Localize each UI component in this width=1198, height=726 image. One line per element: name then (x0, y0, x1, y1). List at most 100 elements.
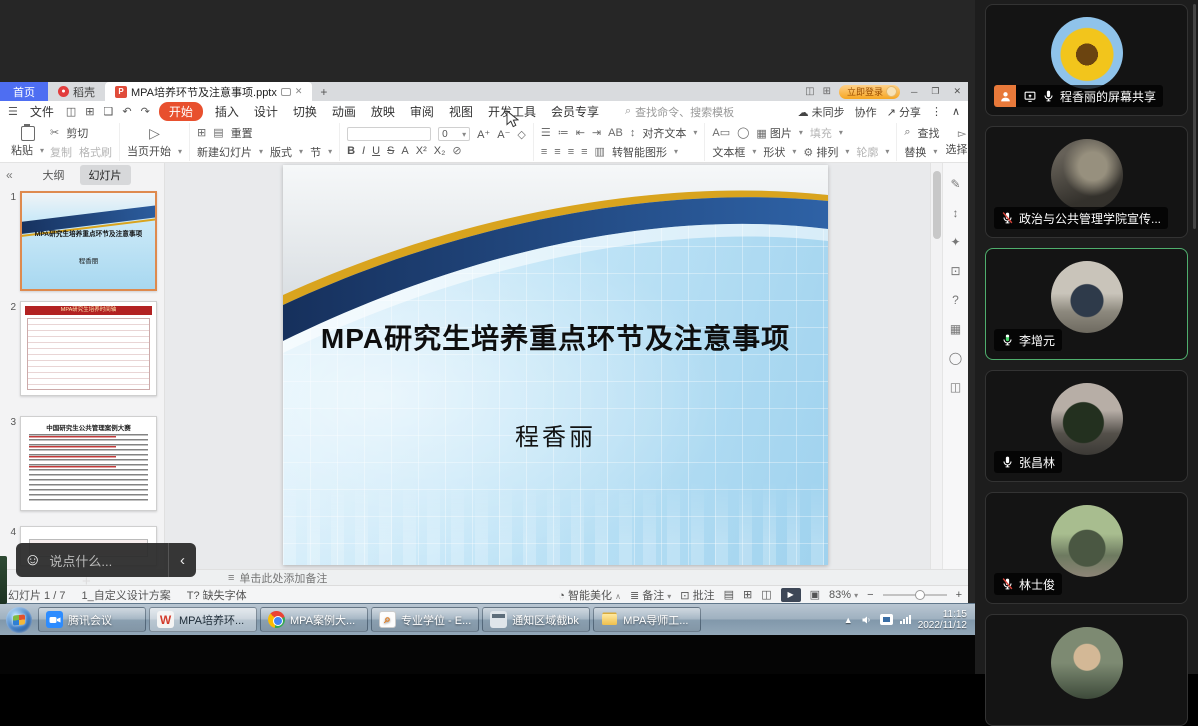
menu-view[interactable]: 视图 (446, 103, 476, 120)
select-button[interactable]: ▻ 选择▾ (946, 127, 968, 157)
find-button[interactable]: 查找 (918, 125, 940, 141)
taskbar-app-chrome[interactable]: MPA案例大... (260, 607, 368, 632)
participant-tile[interactable]: 张昌林 (985, 370, 1188, 482)
participant-tile-speaking[interactable]: 李增元 (985, 248, 1188, 360)
superscript-button[interactable]: X² (416, 145, 427, 157)
increase-indent-icon[interactable]: ⇥ (592, 126, 601, 139)
notes-handle-icon[interactable]: ≡ (228, 572, 234, 584)
align-right-icon[interactable]: ≡ (568, 146, 574, 158)
missing-font-warning[interactable]: T? 缺失字体 (187, 587, 247, 603)
view-sorter-button[interactable]: ⊞ (743, 588, 752, 601)
help-icon[interactable]: ? (952, 293, 959, 307)
picture-button[interactable]: ▦ 图片 (756, 125, 791, 141)
inspiration-icon[interactable]: ◯ (949, 351, 962, 365)
align-center-icon[interactable]: ≡ (554, 146, 560, 158)
preview-icon[interactable]: ❑ (104, 105, 114, 118)
numbered-list-icon[interactable]: ≔ (558, 126, 569, 139)
subscript-button[interactable]: X₂ (434, 145, 446, 157)
strikethrough-button[interactable]: S (387, 145, 394, 157)
increase-font-button[interactable]: A⁺ (477, 128, 490, 141)
italic-button[interactable]: I (362, 145, 365, 157)
login-button[interactable]: 立即登录 (839, 85, 900, 99)
paste-button[interactable]: 粘贴▾ (11, 126, 44, 158)
image-tools-icon[interactable]: ▦ (950, 322, 961, 336)
copy-button[interactable]: 复制 (50, 144, 72, 160)
font-color-button[interactable]: A (401, 145, 408, 157)
workspace-grid-icon[interactable]: ⊞ (823, 86, 831, 97)
layout-button[interactable]: 版式 (270, 144, 292, 160)
participant-tile-sharing[interactable]: 程香丽的屏幕共享 (985, 4, 1188, 116)
slide-thumbnail-2[interactable]: MPA研究生培养时间轴 (20, 301, 157, 396)
menu-member[interactable]: 会员专享 (548, 103, 602, 120)
menu-animation[interactable]: 动画 (329, 103, 359, 120)
new-slide-button[interactable]: 新建幻灯片 (197, 144, 252, 160)
menu-home[interactable]: 开始 (159, 102, 203, 121)
print-icon[interactable]: ⊞ (85, 105, 94, 118)
beautify-icon[interactable]: ✦ (950, 235, 960, 249)
justify-icon[interactable]: ≡ (581, 146, 587, 158)
smart-graphic-button[interactable]: 转智能图形 (612, 144, 667, 160)
line-spacing-icon[interactable]: ↕ (630, 127, 636, 139)
arrange-button[interactable]: ⚙ 排列 (803, 144, 838, 160)
smart-beautify-button[interactable]: ◔ 智能美化 ∧ (558, 587, 621, 603)
slide-canvas[interactable]: MPA研究生培养重点环节及注意事项 程香丽 (165, 163, 930, 569)
split-view-icon[interactable]: ◫ (805, 86, 814, 97)
reset-button[interactable]: 重置 (231, 125, 253, 141)
play-from-current-button[interactable]: ▷ 当页开始▾ (127, 125, 182, 159)
input-method-icon[interactable] (880, 614, 893, 625)
bold-button[interactable]: B (347, 145, 355, 157)
zoom-level[interactable]: 83% ▾ (829, 589, 858, 601)
taskbar-app-meeting[interactable]: 腾讯会议 (38, 607, 146, 632)
bullet-list-icon[interactable]: ☰ (541, 126, 551, 139)
scrollbar-thumb[interactable] (933, 171, 941, 239)
properties-icon[interactable]: ↕ (953, 206, 959, 220)
collab-button[interactable]: 协作 (855, 104, 877, 120)
format-painter-button[interactable]: 格式刷 (79, 144, 112, 160)
slide-thumbnail-3[interactable]: 中国研究生公共管理案例大赛 (20, 416, 157, 511)
emoji-icon[interactable]: ☺ (24, 550, 41, 570)
font-name-select[interactable] (347, 127, 431, 141)
clear-format-icon[interactable]: ◇ (517, 128, 525, 141)
close-button[interactable]: ✕ (950, 86, 964, 97)
tab-docer[interactable]: ● 稻壳 (48, 82, 105, 101)
save-icon[interactable]: ◫ (66, 105, 76, 118)
highlight-button[interactable]: ⊘ (452, 144, 461, 157)
decrease-font-button[interactable]: A⁻ (497, 128, 510, 141)
menu-transition[interactable]: 切换 (290, 103, 320, 120)
minimize-button[interactable]: ─ (908, 87, 920, 97)
textbox-button[interactable]: 文本框 (712, 144, 745, 160)
comment-bubble-icon[interactable] (281, 88, 291, 96)
current-slide[interactable]: MPA研究生培养重点环节及注意事项 程香丽 (283, 165, 828, 565)
tab-document[interactable]: P MPA培养环节及注意事项.pptx ✕ (105, 82, 312, 101)
more-menu-icon[interactable]: ⋮ (931, 105, 942, 118)
comments-button[interactable]: ⊡ 批注 (680, 587, 714, 603)
quick-tools-icon[interactable]: ✎ (950, 177, 960, 191)
design-scheme-button[interactable]: 1_自定义设计方案 (81, 587, 170, 603)
zoom-out-button[interactable]: − (867, 589, 873, 601)
new-tab-button[interactable]: + (312, 82, 335, 101)
reader-icon[interactable]: ◫ (950, 380, 961, 394)
menu-file[interactable]: 文件 (27, 103, 57, 120)
undo-icon[interactable]: ↶ (122, 105, 131, 118)
chat-input[interactable]: ☺ 说点什么... (16, 543, 168, 577)
collapse-panel-icon[interactable]: « (6, 168, 13, 182)
text-direction-icon[interactable]: AB (608, 127, 623, 139)
participant-tile[interactable] (985, 614, 1188, 726)
tab-outline[interactable]: 大纲 (34, 165, 74, 185)
slide-author[interactable]: 程香丽 (283, 417, 828, 452)
notes-button[interactable]: ≣ 备注 ▾ (630, 587, 671, 603)
menu-review[interactable]: 审阅 (407, 103, 437, 120)
chat-collapse-button[interactable]: ‹ (168, 543, 196, 577)
replace-button[interactable]: 替换 (904, 144, 926, 160)
command-search[interactable]: ⌕ 查找命令、搜索模板 (625, 104, 734, 120)
canvas-scrollbar[interactable] (930, 163, 942, 569)
participant-tile[interactable]: 政治与公共管理学院宣传... (985, 126, 1188, 238)
cut-button[interactable]: ✂剪切 (50, 125, 112, 141)
close-tab-icon[interactable]: ✕ (295, 86, 303, 97)
menu-slideshow[interactable]: 放映 (368, 103, 398, 120)
tray-expand-icon[interactable]: ▲ (844, 615, 853, 625)
fit-slide-icon[interactable]: ▣ (810, 588, 820, 601)
tab-home[interactable]: 首页 (0, 82, 48, 101)
sidebar-scrollbar[interactable] (1193, 4, 1196, 229)
zoom-slider-knob[interactable] (915, 590, 925, 600)
